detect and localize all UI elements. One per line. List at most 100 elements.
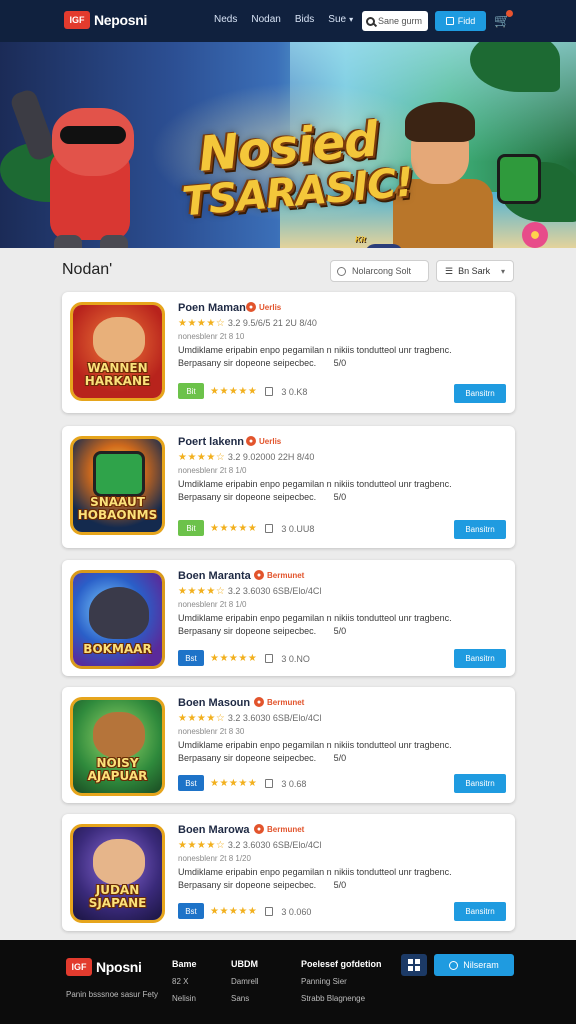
nav-item-4-label: Sue bbox=[328, 14, 347, 25]
game-card[interactable]: SNAAUT HOBAONMS Poert lakenn ● Uerlis ★★★… bbox=[62, 426, 515, 548]
tag-icon: ● bbox=[246, 436, 256, 446]
game-title[interactable]: Boen Maranta bbox=[178, 570, 251, 582]
description-text: Berpasany sir dopeone seipecbec. bbox=[178, 492, 317, 502]
character-mask bbox=[60, 126, 126, 144]
bookmark-icon[interactable] bbox=[265, 907, 274, 916]
star-rating-icon: ★★★★★ bbox=[210, 386, 258, 397]
footer-link[interactable]: Sans bbox=[231, 990, 259, 1007]
section-title: Nodan' bbox=[62, 261, 113, 278]
footer-logo[interactable]: IGF Nposni bbox=[66, 958, 142, 976]
game-card[interactable]: BOKMAAR Boen Maranta ● Bermunet ★★★★☆ 3.2… bbox=[62, 560, 515, 676]
nav-item-2[interactable]: Nodan bbox=[251, 14, 280, 25]
chevron-down-icon: ▾ bbox=[349, 15, 354, 24]
sort-icon bbox=[337, 266, 346, 276]
game-thumbnail[interactable]: NOISY AJAPUAR bbox=[70, 697, 165, 796]
tag-label: Uerlis bbox=[259, 436, 282, 446]
description-text: Berpasany sir dopeone seipecbec. bbox=[178, 358, 317, 368]
game-tag: ● Bermunet bbox=[254, 824, 304, 834]
footer-link[interactable]: Panning Sier bbox=[301, 973, 382, 990]
footer-link[interactable]: Strabb Blagnenge bbox=[301, 990, 382, 1007]
description-number: 5/0 bbox=[333, 880, 347, 890]
download-count: 3 0.K8 bbox=[281, 386, 308, 397]
grid-icon-button[interactable] bbox=[401, 954, 427, 976]
rating-row: ★★★★☆ 3.2 3.6030 6SB/Elo/4Cl bbox=[178, 840, 321, 851]
footer-link[interactable]: 82 X bbox=[172, 973, 197, 990]
rating-text: 3.2 3.6030 6SB/Elo/4Cl bbox=[227, 840, 322, 850]
card-footer-row: ★★★★★ 3 0.K8 bbox=[210, 386, 307, 397]
bookmark-icon[interactable] bbox=[265, 387, 274, 396]
game-card[interactable]: WANNEN HARKANE Poen Maman ● Uerlis ★★★★☆ … bbox=[62, 292, 515, 413]
game-title[interactable]: Boen Marowa bbox=[178, 824, 250, 836]
game-title[interactable]: Poert lakenn bbox=[178, 436, 244, 448]
footer-link[interactable]: Nelisin bbox=[172, 990, 197, 1007]
description-line-1: Umdiklame eripabin enpo pegamilan n niki… bbox=[178, 345, 452, 355]
install-button[interactable]: Bansitrn bbox=[454, 902, 506, 921]
thumbnail-caption: SNAAUT HOBAONMS bbox=[77, 495, 158, 522]
square-icon bbox=[445, 17, 454, 25]
footer-link[interactable]: Damrell bbox=[231, 973, 259, 990]
tag-icon: ● bbox=[254, 697, 264, 707]
game-card[interactable]: NOISY AJAPUAR Boen Masoun ● Bermunet ★★★★… bbox=[62, 687, 515, 803]
star-rating-icon: ★★★★☆ bbox=[178, 318, 226, 329]
game-thumbnail[interactable]: WANNEN HARKANE bbox=[70, 302, 165, 401]
footer-action-button[interactable]: Nilseram bbox=[434, 954, 514, 976]
hero-banner[interactable]: Nosied TSARASIC! Kit bbox=[0, 42, 576, 248]
category-badge: Bst bbox=[178, 775, 204, 791]
character-hair bbox=[405, 102, 475, 142]
thumbnail-controller bbox=[89, 587, 149, 639]
thumbnail-caption: NOISY AJAPUAR bbox=[87, 756, 148, 783]
game-thumbnail[interactable]: SNAAUT HOBAONMS bbox=[70, 436, 165, 535]
nav-item-1[interactable]: Neds bbox=[214, 14, 237, 25]
top-navbar: IGF Neposni Neds Nodan Bids Sue▾ Fidd 🛒 bbox=[0, 0, 576, 42]
description-text: Berpasany sir dopeone seipecbec. bbox=[178, 753, 317, 763]
bookmark-icon[interactable] bbox=[265, 524, 274, 533]
star-rating-icon: ★★★★★ bbox=[210, 906, 258, 917]
filter-dropdown[interactable]: ☰ Bn Sark ▾ bbox=[436, 260, 514, 282]
game-card[interactable]: JUDAN SJAPANE Boen Marowa ● Bermunet ★★★★… bbox=[62, 814, 515, 931]
game-thumbnail[interactable]: JUDAN SJAPANE bbox=[70, 824, 165, 923]
rating-text: 3.2 3.6030 6SB/Elo/4Cl bbox=[227, 713, 322, 723]
search-input[interactable] bbox=[378, 16, 424, 26]
game-description: Umdiklame eripabin enpo pegamilan n niki… bbox=[178, 344, 478, 370]
game-meta: nonesblenr 2t 8 1/20 bbox=[178, 854, 251, 863]
install-button[interactable]: Bansitrn bbox=[454, 649, 506, 668]
site-logo[interactable]: IGF Neposni bbox=[64, 11, 147, 29]
description-line-2: Berpasany sir dopeone seipecbec. 5/0 bbox=[178, 879, 478, 892]
description-line-2: Berpasany sir dopeone seipecbec. 5/0 bbox=[178, 752, 478, 765]
rating-text: 3.2 3.6030 6SB/Elo/4Cl bbox=[227, 586, 322, 596]
game-title[interactable]: Poen Maman bbox=[178, 302, 246, 314]
tag-icon: ● bbox=[254, 570, 264, 580]
nav-item-4-dropdown[interactable]: Sue ▾ bbox=[328, 14, 353, 25]
footer: IGF Nposni Panin bsssnoe sasur Fety Bame… bbox=[0, 940, 576, 1024]
category-badge: Bit bbox=[178, 383, 204, 399]
description-number: 5/0 bbox=[333, 358, 347, 368]
search-box[interactable] bbox=[362, 11, 428, 31]
flower-decoration bbox=[522, 222, 548, 248]
sort-placeholder: Nolarcong Solt bbox=[352, 266, 412, 276]
game-title[interactable]: Boen Masoun bbox=[178, 697, 250, 709]
footer-tagline: Panin bsssnoe sasur Fety bbox=[66, 990, 159, 999]
nav-item-3[interactable]: Bids bbox=[295, 14, 314, 25]
install-button[interactable]: Bansitrn bbox=[454, 774, 506, 793]
footer-column-heading: Poelesef gofdetion bbox=[301, 959, 382, 969]
main-nav: Neds Nodan Bids Sue ▾ bbox=[214, 14, 353, 25]
description-line-1: Umdiklame eripabin enpo pegamilan n niki… bbox=[178, 613, 452, 623]
install-button[interactable]: Bansitrn bbox=[454, 520, 506, 539]
search-icon bbox=[366, 16, 375, 26]
hero-subtitle: Kit bbox=[355, 235, 366, 244]
game-meta: nonesblenr 2t 8 10 bbox=[178, 332, 245, 341]
download-count: 3 0.NO bbox=[281, 653, 310, 664]
chevron-down-icon: ▾ bbox=[500, 266, 505, 276]
footer-action-label: Nilseram bbox=[463, 960, 499, 970]
install-button[interactable]: Bansitrn bbox=[454, 384, 506, 403]
sort-field[interactable]: Nolarcong Solt bbox=[330, 260, 429, 282]
logo-text: Nposni bbox=[96, 959, 142, 975]
bookmark-icon[interactable] bbox=[265, 654, 274, 663]
tag-label: Bermunet bbox=[267, 570, 305, 580]
bookmark-icon[interactable] bbox=[265, 779, 274, 788]
game-meta: nonesblenr 2t 8 1/0 bbox=[178, 600, 247, 609]
game-thumbnail[interactable]: BOKMAAR bbox=[70, 570, 165, 669]
header-action-button[interactable]: Fidd bbox=[435, 11, 486, 31]
description-number: 5/0 bbox=[333, 753, 347, 763]
hero-title: Nosied TSARASIC! bbox=[176, 111, 414, 225]
